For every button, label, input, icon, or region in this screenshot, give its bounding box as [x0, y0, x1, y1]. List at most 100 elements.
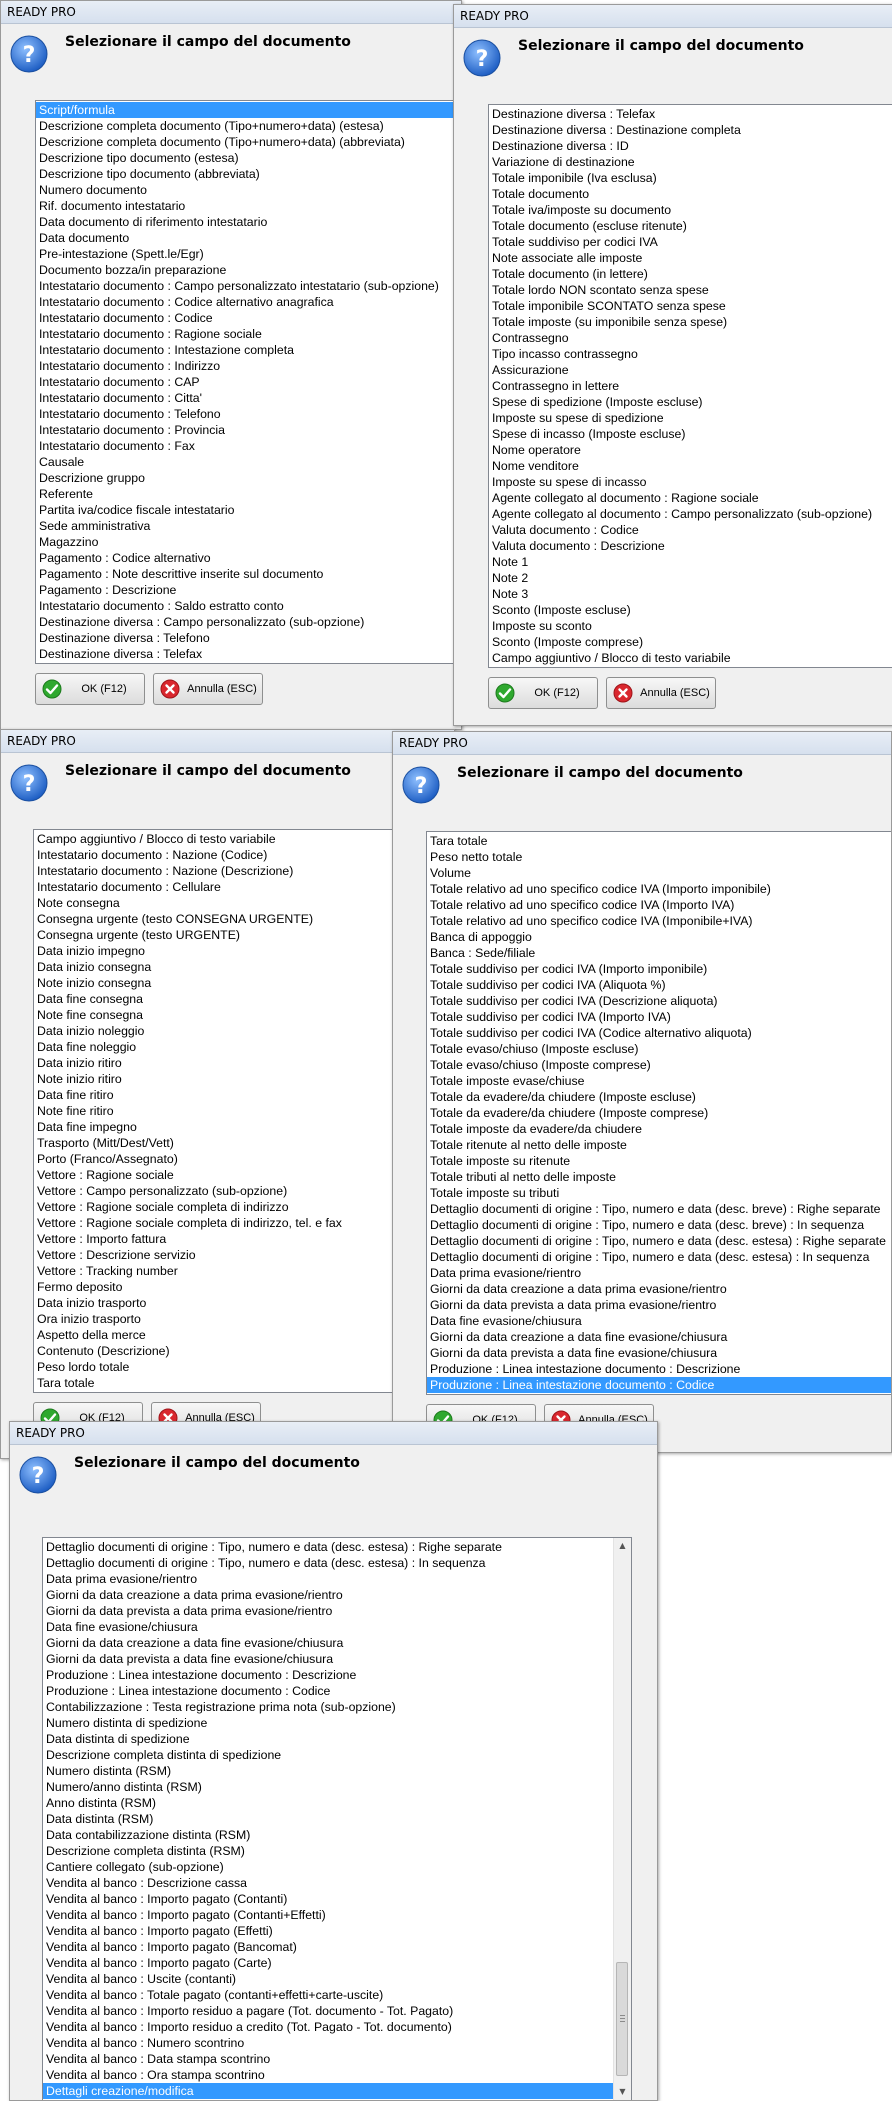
list-item[interactable]: Partita iva/codice fiscale intestatario [38, 502, 461, 518]
list-item[interactable]: Giorni da data creazione a data prima ev… [429, 1281, 891, 1297]
list-item[interactable]: Giorni da data creazione a data prima ev… [45, 1587, 613, 1603]
list-item[interactable]: Destinazione diversa : ID [491, 138, 892, 154]
list-item[interactable]: Intestatario documento : Fax [38, 438, 461, 454]
list-item[interactable]: Intestatario documento : Citta' [38, 390, 461, 406]
list-item[interactable]: Vendita al banco : Importo residuo a cre… [45, 2019, 613, 2035]
field-list[interactable]: Tara totale Peso netto totale Volume Totale… [426, 831, 891, 1395]
list-item[interactable]: Data contabilizzazione distinta (RSM) [45, 1827, 613, 1843]
list-item[interactable]: Imposte su sconto [491, 618, 892, 634]
list-item[interactable]: Produzione : Linea intestazione document… [429, 1361, 891, 1377]
list-item[interactable]: Totale suddiviso per codici IVA (Codice … [429, 1025, 891, 1041]
list-item[interactable]: Numero distinta (RSM) [45, 1763, 613, 1779]
list-item[interactable]: Giorni da data creazione a data fine eva… [429, 1329, 891, 1345]
list-item[interactable]: Peso netto totale [429, 849, 891, 865]
list-item[interactable]: Intestatario documento : Indirizzo [38, 358, 461, 374]
list-item[interactable]: Giorni da data prevista a data prima eva… [45, 1603, 613, 1619]
list-item[interactable]: Data distinta (RSM) [45, 1811, 613, 1827]
list-item[interactable]: Agente collegato al documento : Campo pe… [491, 506, 892, 522]
list-item[interactable]: Totale relativo ad uno specifico codice … [429, 897, 891, 913]
ok-button[interactable]: OK (F12) [488, 677, 598, 709]
list-item[interactable]: Vendita al banco : Importo residuo a pag… [45, 2003, 613, 2019]
field-list[interactable]: Script/formula Descrizione completa docum… [35, 100, 461, 664]
list-item[interactable]: Magazzino [38, 534, 461, 550]
list-item[interactable]: Dettaglio documenti di origine : Tipo, n… [429, 1217, 891, 1233]
field-list[interactable]: Dettaglio documenti di origine : Tipo, n… [42, 1537, 632, 2100]
list-item[interactable]: Totale evaso/chiuso (Imposte escluse) [429, 1041, 891, 1057]
list-item[interactable]: Imposte su spese di spedizione [491, 410, 892, 426]
list-item[interactable]: Destinazione diversa : Destinazione comp… [491, 122, 892, 138]
list-item[interactable]: Descrizione completa documento (Tipo+num… [38, 134, 461, 150]
list-item[interactable]: Intestatario documento : Campo personali… [38, 278, 461, 294]
list-item[interactable]: Note 3 [491, 586, 892, 602]
list-item[interactable]: Sconto (Imposte comprese) [491, 634, 892, 650]
list-item[interactable]: Totale documento [491, 186, 892, 202]
scroll-down-arrow-icon[interactable]: ▼ [614, 2084, 631, 2100]
list-item[interactable]: Giorni da data prevista a data fine evas… [429, 1345, 891, 1361]
list-item[interactable]: Totale imposte da evadere/da chiudere [429, 1121, 891, 1137]
list-item[interactable]: Data fine evasione/chiusura [429, 1313, 891, 1329]
list-item[interactable]: Contrassegno in lettere [491, 378, 892, 394]
list-item[interactable]: Tara totale [429, 833, 891, 849]
list-item[interactable]: Spese di incasso (Imposte escluse) [491, 426, 892, 442]
list-item[interactable]: Data fine evasione/chiusura [45, 1619, 613, 1635]
list-item[interactable]: Dettaglio documenti di origine : Tipo, n… [429, 1201, 891, 1217]
list-item[interactable]: Totale ritenute al netto delle imposte [429, 1137, 891, 1153]
cancel-button[interactable]: Annulla (ESC) [606, 677, 716, 709]
list-item[interactable]: Note 2 [491, 570, 892, 586]
list-item[interactable]: Giorni da data creazione a data fine eva… [45, 1635, 613, 1651]
list-item[interactable]: Numero documento [38, 182, 461, 198]
list-item[interactable]: Numero distinta di spedizione [45, 1715, 613, 1731]
list-item[interactable]: Campo aggiuntivo / Blocco di testo varia… [491, 650, 892, 666]
list-item[interactable]: Note 1 [491, 554, 892, 570]
list-item[interactable]: Produzione : Linea intestazione document… [45, 1667, 613, 1683]
list-item[interactable]: Totale da evadere/da chiudere (Imposte e… [429, 1089, 891, 1105]
list-item[interactable]: Totale documento (escluse ritenute) [491, 218, 892, 234]
list-item[interactable]: Documento bozza/in preparazione [38, 262, 461, 278]
list-item[interactable]: Causale [38, 454, 461, 470]
list-item[interactable]: Vendita al banco : Descrizione cassa [45, 1875, 613, 1891]
list-item[interactable]: Data documento [38, 230, 461, 246]
list-item[interactable]: Volume [429, 865, 891, 881]
list-item[interactable]: Destinazione diversa : Telefax [38, 646, 461, 662]
list-item[interactable]: Destinazione diversa : Telefono [38, 630, 461, 646]
list-item[interactable]: Descrizione tipo documento (estesa) [38, 150, 461, 166]
list-item[interactable]: Vendita al banco : Uscite (contanti) [45, 1971, 613, 1987]
list-item[interactable]: Dettaglio documenti di origine : Tipo, n… [429, 1249, 891, 1265]
list-item[interactable]: Numero/anno distinta (RSM) [45, 1779, 613, 1795]
list-item[interactable]: Vendita al banco : Numero scontrino [45, 2035, 613, 2051]
list-item[interactable]: Contrassegno [491, 330, 892, 346]
list-item[interactable]: Descrizione completa distinta (RSM) [45, 1843, 613, 1859]
list-item[interactable]: Data prima evasione/rientro [429, 1265, 891, 1281]
list-item[interactable]: Dettaglio documenti di origine : Tipo, n… [429, 1233, 891, 1249]
list-item[interactable]: Intestatario documento : Intestazione co… [38, 342, 461, 358]
list-item[interactable]: Valuta documento : Descrizione [491, 538, 892, 554]
list-item[interactable]: Rif. documento intestatario [38, 198, 461, 214]
list-item[interactable]: Totale suddiviso per codici IVA (Importo… [429, 1009, 891, 1025]
list-item[interactable]: Pagamento : Note descrittive inserite su… [38, 566, 461, 582]
list-item[interactable]: Intestatario documento : Saldo estratto … [38, 598, 461, 614]
list-item[interactable]: Tipo incasso contrassegno [491, 346, 892, 362]
list-item[interactable]: Agente collegato al documento : Ragione … [491, 490, 892, 506]
list-item[interactable]: Intestatario documento : Ragione sociale [38, 326, 461, 342]
list-item[interactable]: Sede amministrativa [38, 518, 461, 534]
list-item[interactable]: Pre-intestazione (Spett.le/Egr) [38, 246, 461, 262]
list-item[interactable]: Totale da evadere/da chiudere (Imposte c… [429, 1105, 891, 1121]
list-item[interactable]: Referente [38, 486, 461, 502]
list-item[interactable]: Destinazione diversa : Telefax [491, 106, 892, 122]
list-item[interactable]: Dettagli creazione/modifica [43, 2083, 613, 2099]
list-item[interactable]: Intestatario documento : Provincia [38, 422, 461, 438]
list-item[interactable]: Descrizione completa distinta di spedizi… [45, 1747, 613, 1763]
list-item[interactable]: Totale imposte (su imponibile senza spes… [491, 314, 892, 330]
list-item[interactable]: Valuta documento : Codice [491, 522, 892, 538]
list-item[interactable]: Totale relativo ad uno specifico codice … [429, 881, 891, 897]
list-item[interactable]: Vendita al banco : Ora stampa scontrino [45, 2067, 613, 2083]
list-item[interactable]: Totale imponibile SCONTATO senza spese [491, 298, 892, 314]
list-item[interactable]: Totale suddiviso per codici IVA [491, 234, 892, 250]
list-item[interactable]: Totale iva/imposte su documento [491, 202, 892, 218]
list-item[interactable]: Note associate alle imposte [491, 250, 892, 266]
list-item[interactable]: Script/formula [36, 102, 461, 118]
list-item[interactable]: Data documento di riferimento intestatar… [38, 214, 461, 230]
list-item[interactable]: Vendita al banco : Importo pagato (Conta… [45, 1891, 613, 1907]
list-item[interactable]: Variazione di destinazione [491, 154, 892, 170]
list-item[interactable]: Totale evaso/chiuso (Imposte comprese) [429, 1057, 891, 1073]
